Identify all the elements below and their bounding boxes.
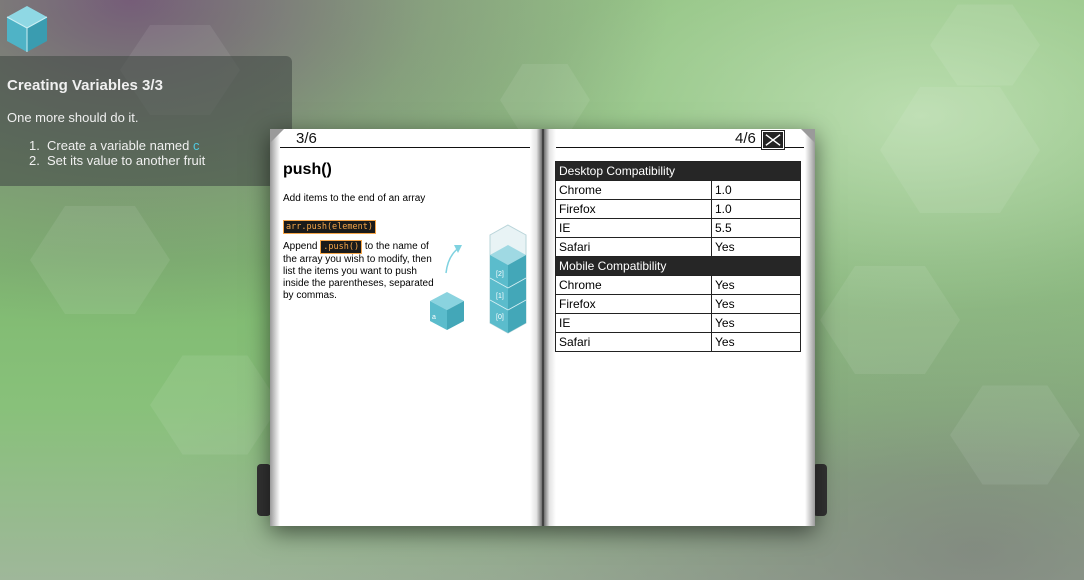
cube-label: a bbox=[432, 314, 436, 321]
book-side-tab-right bbox=[813, 464, 827, 516]
book-side-tab-left bbox=[257, 464, 271, 516]
instructions-panel: Creating Variables 3/3 One more should d… bbox=[0, 56, 292, 186]
table-row: Firefox 1.0 bbox=[555, 199, 801, 219]
desktop-compat-header: Desktop Compatibility bbox=[555, 161, 801, 181]
page-corner-right[interactable] bbox=[801, 129, 815, 143]
compatibility-table: Desktop Compatibility Chrome 1.0 Firefox… bbox=[555, 161, 801, 352]
step-highlight: c bbox=[192, 138, 200, 153]
stack-label: [1] bbox=[496, 293, 504, 300]
left-page-number: 3/6 bbox=[296, 130, 317, 147]
instructions-title: Creating Variables 3/3 bbox=[7, 77, 163, 94]
instructions-steps: 1. Create a variable named c 2. Set its va… bbox=[29, 138, 205, 168]
book-spine bbox=[530, 129, 556, 526]
step-text: Create a variable named bbox=[47, 138, 193, 153]
stack-label: [0] bbox=[496, 314, 504, 321]
method-syntax: arr.push(element) bbox=[283, 216, 376, 234]
table-row: Safari Yes bbox=[555, 237, 801, 257]
syntax-code: arr.push(element) bbox=[283, 220, 376, 234]
table-row: Chrome Yes bbox=[555, 275, 801, 295]
push-illustration: a [2] [1] [0] bbox=[430, 224, 527, 334]
inline-code: .push() bbox=[320, 240, 363, 254]
method-description: Add items to the end of an array bbox=[283, 193, 426, 204]
step-text: Set its value to another fruit bbox=[47, 153, 206, 168]
table-header-row: Desktop Compatibility bbox=[555, 161, 801, 181]
cube-logo-icon[interactable] bbox=[6, 5, 48, 53]
reference-book: 3/6 push() Add items to the end of an ar… bbox=[270, 129, 815, 526]
instruction-step: 1. Create a variable named c bbox=[29, 138, 205, 153]
instruction-step: 2. Set its value to another fruit bbox=[29, 153, 205, 168]
method-title: push() bbox=[283, 161, 332, 178]
stack-label: [2] bbox=[496, 271, 504, 278]
table-row: Firefox Yes bbox=[555, 294, 801, 314]
mobile-compat-header: Mobile Compatibility bbox=[555, 256, 801, 276]
table-row: Chrome 1.0 bbox=[555, 180, 801, 200]
close-icon[interactable] bbox=[761, 130, 785, 150]
page-corner-left[interactable] bbox=[270, 129, 284, 143]
method-explanation: Append .push() to the name of the array … bbox=[283, 240, 434, 301]
table-row: IE 5.5 bbox=[555, 218, 801, 238]
table-header-row: Mobile Compatibility bbox=[555, 256, 801, 276]
cube-a-icon bbox=[430, 292, 464, 330]
table-row: Safari Yes bbox=[555, 332, 801, 352]
book-left-page: 3/6 push() Add items to the end of an ar… bbox=[270, 129, 540, 526]
instructions-subtitle: One more should do it. bbox=[7, 110, 139, 125]
step-number: 1. bbox=[29, 138, 40, 153]
table-row: IE Yes bbox=[555, 313, 801, 333]
right-page-number: 4/6 bbox=[735, 130, 756, 147]
step-number: 2. bbox=[29, 153, 40, 168]
